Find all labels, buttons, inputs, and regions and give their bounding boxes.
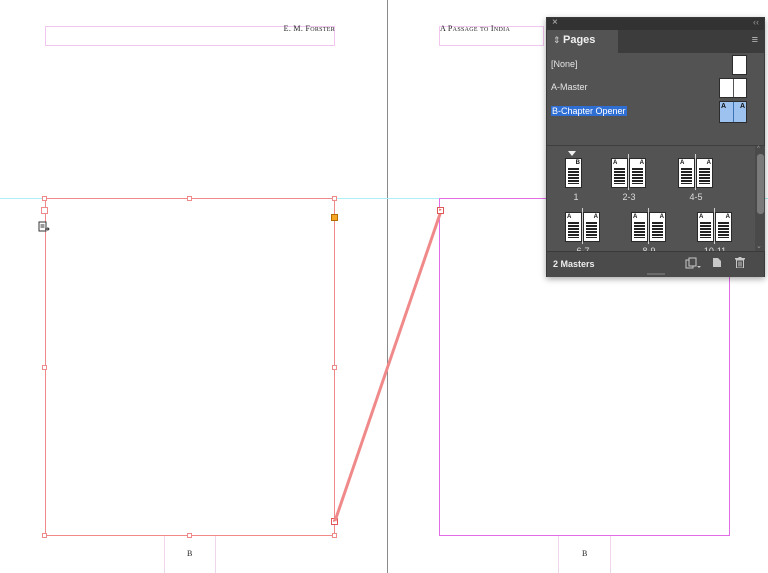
spread-label: 2-3 bbox=[622, 192, 636, 202]
left-folio: B bbox=[187, 549, 193, 558]
panel-menu-icon[interactable]: ≡ bbox=[752, 34, 758, 46]
page-thumb: A bbox=[629, 158, 646, 188]
tab-pages-label: Pages bbox=[563, 34, 596, 46]
pages-panel: × ‹‹ ⇕ Pages ≡ [None] A-Master B-Chapter… bbox=[546, 17, 765, 277]
master-label: B-Chapter Opener bbox=[551, 106, 627, 116]
spread-8-9[interactable]: A A 8-9 bbox=[629, 208, 669, 251]
trash-icon[interactable] bbox=[735, 257, 745, 271]
spread-10-11[interactable]: A A 10-11 bbox=[695, 208, 735, 251]
master-row-b[interactable]: B-Chapter Opener A A bbox=[547, 101, 764, 123]
tab-pages[interactable]: ⇕ Pages bbox=[547, 30, 618, 53]
left-footer-guide-r bbox=[215, 536, 216, 573]
spread-1[interactable]: B 1 bbox=[563, 151, 589, 202]
panel-topbar: × ‹‹ bbox=[547, 17, 764, 30]
edit-page-size-icon[interactable] bbox=[685, 257, 701, 272]
master-thumb bbox=[732, 55, 747, 75]
page-thumb: A bbox=[631, 212, 648, 242]
spread-2-3[interactable]: A A 2-3 bbox=[609, 154, 649, 202]
master-thumb: A A bbox=[719, 101, 747, 123]
spread-6-7[interactable]: A A 6-7 bbox=[563, 208, 603, 251]
spread-label: 4-5 bbox=[689, 192, 703, 202]
right-folio: B bbox=[582, 549, 588, 558]
panel-resize-grip[interactable] bbox=[647, 273, 665, 275]
page-marker-icon bbox=[568, 151, 576, 156]
page-thumb: A bbox=[715, 212, 732, 242]
page-thumb: A bbox=[611, 158, 628, 188]
left-footer-guide-l bbox=[164, 536, 165, 573]
page-thumb: A bbox=[565, 212, 582, 242]
masters-count: 2 Masters bbox=[553, 259, 595, 269]
scroll-up-icon[interactable]: ^ bbox=[757, 146, 760, 152]
scroll-down-icon[interactable]: ⌄ bbox=[756, 242, 762, 250]
page-thumb: A bbox=[696, 158, 713, 188]
pages-scrollbar[interactable]: ^ ⌄ bbox=[755, 146, 765, 251]
scroll-thumb[interactable] bbox=[757, 154, 764, 214]
page-thumb: A bbox=[649, 212, 666, 242]
master-row-none[interactable]: [None] bbox=[547, 54, 764, 76]
master-row-a[interactable]: A-Master bbox=[547, 77, 764, 99]
pages-thumbnail-area: B 1 A A 2-3 A A 4-5 A A 6-7 A A 8-9 A A … bbox=[547, 146, 755, 251]
page-thumb: A bbox=[697, 212, 714, 242]
master-label: [None] bbox=[551, 59, 578, 69]
master-thumb bbox=[719, 78, 747, 98]
double-chevron-icon[interactable]: ‹‹ bbox=[753, 17, 759, 27]
page-thumb: B bbox=[565, 158, 582, 188]
master-label: A-Master bbox=[551, 82, 588, 92]
close-icon[interactable]: × bbox=[552, 17, 558, 28]
tab-arrows-icon: ⇕ bbox=[553, 35, 561, 45]
page-thumb: A bbox=[678, 158, 695, 188]
next-frame-in-port[interactable]: ▸ bbox=[437, 207, 444, 214]
panel-tab-row: ⇕ Pages ≡ bbox=[547, 30, 764, 53]
spread-label: 1 bbox=[573, 192, 579, 202]
page-thumb: A bbox=[583, 212, 600, 242]
right-footer-guide-r bbox=[610, 536, 611, 573]
right-footer-guide-l bbox=[558, 536, 559, 573]
new-page-icon[interactable] bbox=[712, 257, 722, 271]
spread-4-5[interactable]: A A 4-5 bbox=[676, 154, 716, 202]
